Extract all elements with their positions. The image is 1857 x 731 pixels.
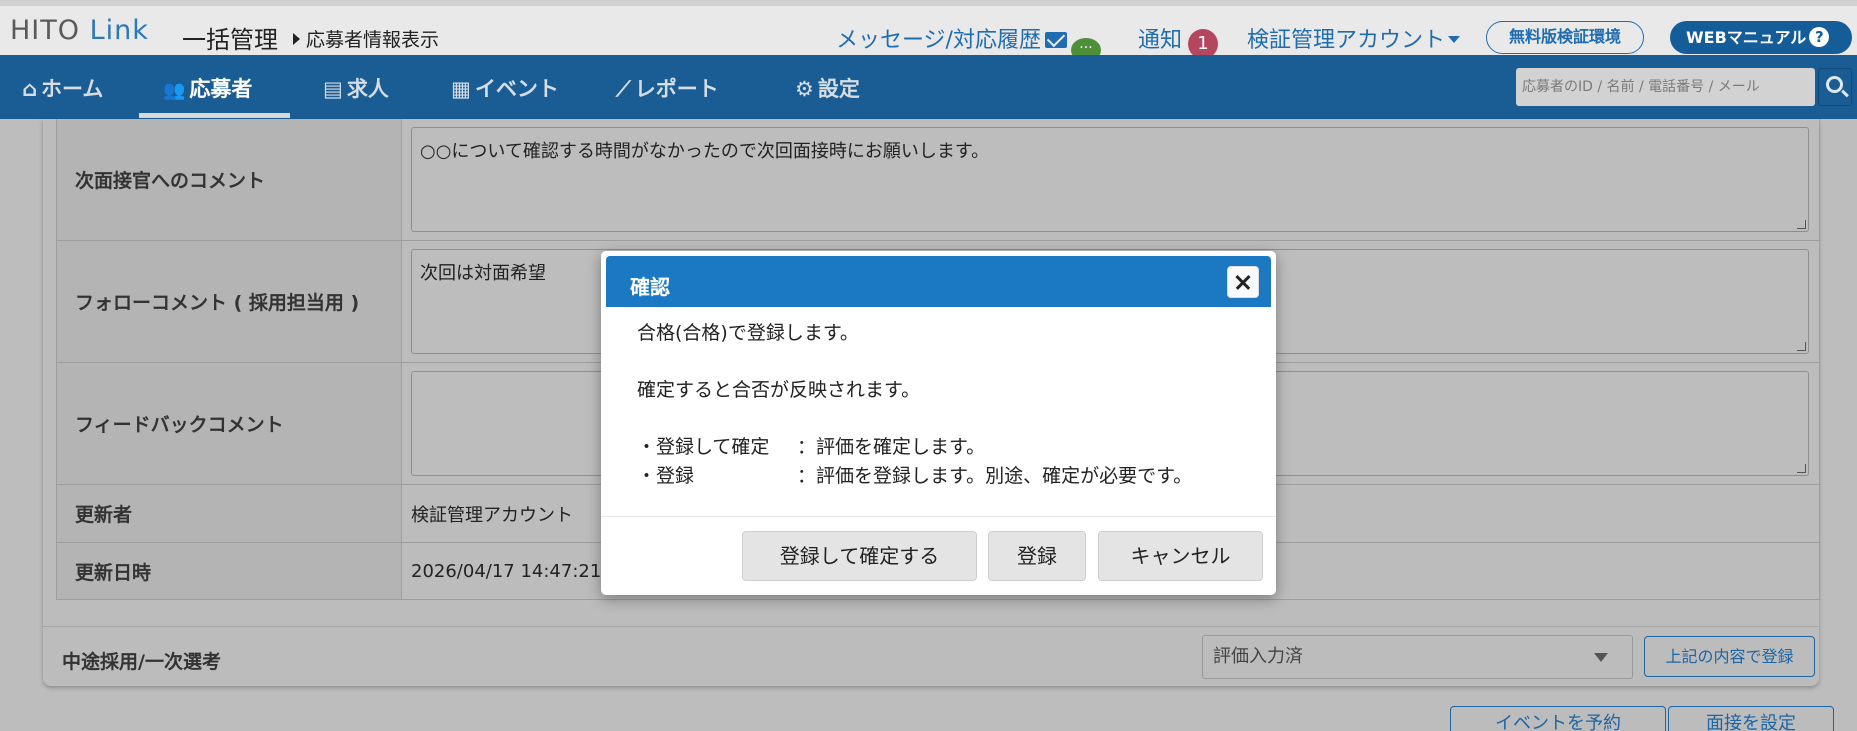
nav-reports[interactable]: ⟋ レポート <box>616 73 719 103</box>
applicant-search-input[interactable]: 応募者のID / 名前 / 電話番号 / メール <box>1516 68 1815 106</box>
notifications-link[interactable]: 通知 1 <box>1138 22 1219 59</box>
free-env-button[interactable]: 無料版検証環境 <box>1486 21 1644 54</box>
register-button[interactable]: 登録 <box>988 531 1086 581</box>
nav-jobs-label: 求人 <box>346 77 389 101</box>
question-icon: ? <box>1809 27 1830 47</box>
nav-applicants[interactable]: 👥 応募者 <box>163 73 252 103</box>
caret-right-icon <box>293 33 300 45</box>
list-item-desc: ：評価を登録します。別途、確定が必要です。 <box>797 465 1193 487</box>
dialog-note: 確定すると合否が反映されます。 <box>637 379 921 401</box>
nav-reports-label: レポート <box>634 77 719 101</box>
dialog-header: 確認 <box>606 256 1271 307</box>
nav-jobs[interactable]: ▤ 求人 <box>323 73 389 103</box>
row-label: 更新者 <box>57 485 402 542</box>
set-interview-button[interactable]: 面接を設定 <box>1668 706 1834 731</box>
list-item-desc: ：評価を確定します。 <box>797 436 986 458</box>
calendar-icon: ▦ <box>451 77 471 101</box>
chart-icon: ⟋ <box>616 77 631 101</box>
gear-icon: ⚙ <box>795 77 814 101</box>
nav-events[interactable]: ▦ イベント <box>451 73 559 103</box>
top-header: HITO Link 一括管理 応募者情報表示 メッセージ/対応履歴 ··· 通知 1… <box>0 0 1857 62</box>
list-item: ・登録 ：評価を登録します。別途、確定が必要です。 <box>637 462 1257 491</box>
dialog-title: 確認 <box>630 275 670 299</box>
account-name: 検証管理アカウント <box>1247 28 1446 53</box>
envelope-icon <box>1044 32 1067 48</box>
logo-text-hito: HITO <box>10 15 81 46</box>
dialog-divider <box>601 516 1276 517</box>
home-icon: ⌂ <box>22 77 38 101</box>
cancel-button[interactable]: キャンセル <box>1098 531 1263 581</box>
active-nav-underline <box>139 113 290 118</box>
web-manual-label: WEBマニュアル <box>1686 28 1807 47</box>
row-label: 次面接官へのコメント <box>57 119 402 240</box>
chevron-down-icon <box>1594 653 1608 662</box>
stage-label: 中途採用/一次選考 <box>62 651 221 673</box>
notifications-label: 通知 <box>1138 28 1183 53</box>
dialog-body: 合格(合格)で登録します。 確定すると合否が反映されます。 ・登録して確定 ：評価… <box>637 319 1257 491</box>
app-logo[interactable]: HITO Link <box>10 15 149 46</box>
account-menu[interactable]: 検証管理アカウント <box>1247 22 1461 54</box>
nav-home[interactable]: ⌂ ホーム <box>22 73 103 103</box>
suite-name: 一括管理 <box>182 26 278 54</box>
evaluation-status-value: 評価入力済 <box>1213 646 1303 667</box>
nav-events-label: イベント <box>474 77 559 101</box>
search-button[interactable] <box>1818 68 1852 106</box>
web-manual-button[interactable]: WEBマニュアル? <box>1670 21 1852 54</box>
messages-label: メッセージ/対応履歴 <box>836 28 1041 53</box>
register-and-confirm-button[interactable]: 登録して確定する <box>742 531 977 581</box>
search-icon <box>1826 76 1843 93</box>
close-icon[interactable] <box>1227 266 1259 298</box>
next-interviewer-comment-field[interactable]: ○○について確認する時間がなかったので次回面接時にお願いします。 <box>411 127 1809 232</box>
row-label: フォローコメント ( 採用担当用 ) <box>57 241 402 362</box>
nav-home-label: ホーム <box>41 77 104 101</box>
breadcrumb: 応募者情報表示 <box>293 25 439 52</box>
list-item-key: ・登録 <box>637 465 695 487</box>
updated-by-value: 検証管理アカウント <box>411 504 573 526</box>
confirm-dialog: 確認 合格(合格)で登録します。 確定すると合否が反映されます。 ・登録して確定… <box>601 251 1276 595</box>
nav-applicants-label: 応募者 <box>189 77 253 101</box>
row-label: フィードバックコメント <box>57 363 402 484</box>
list-item: ・登録して確定 ：評価を確定します。 <box>637 433 1257 462</box>
updated-at-value: 2026/04/17 14:47:21 <box>411 560 602 582</box>
register-above-button[interactable]: 上記の内容で登録 <box>1644 636 1815 677</box>
logo-text-link: Link <box>89 15 149 46</box>
nav-settings[interactable]: ⚙ 設定 <box>795 73 860 103</box>
breadcrumb-current: 応募者情報表示 <box>306 29 440 51</box>
clipboard-icon: ▤ <box>323 77 343 101</box>
caret-down-icon <box>1448 36 1461 43</box>
row-label: 更新日時 <box>57 543 402 599</box>
dialog-message: 合格(合格)で登録します。 <box>637 322 859 344</box>
list-item-key: ・登録して確定 <box>637 436 770 458</box>
nav-settings-label: 設定 <box>817 77 860 101</box>
evaluation-status-select[interactable]: 評価入力済 <box>1202 635 1633 679</box>
reserve-event-button[interactable]: イベントを予約 <box>1450 706 1666 731</box>
users-icon: 👥 <box>163 80 186 101</box>
table-row: 次面接官へのコメント ○○について確認する時間がなかったので次回面接時にお願いし… <box>57 119 1819 241</box>
